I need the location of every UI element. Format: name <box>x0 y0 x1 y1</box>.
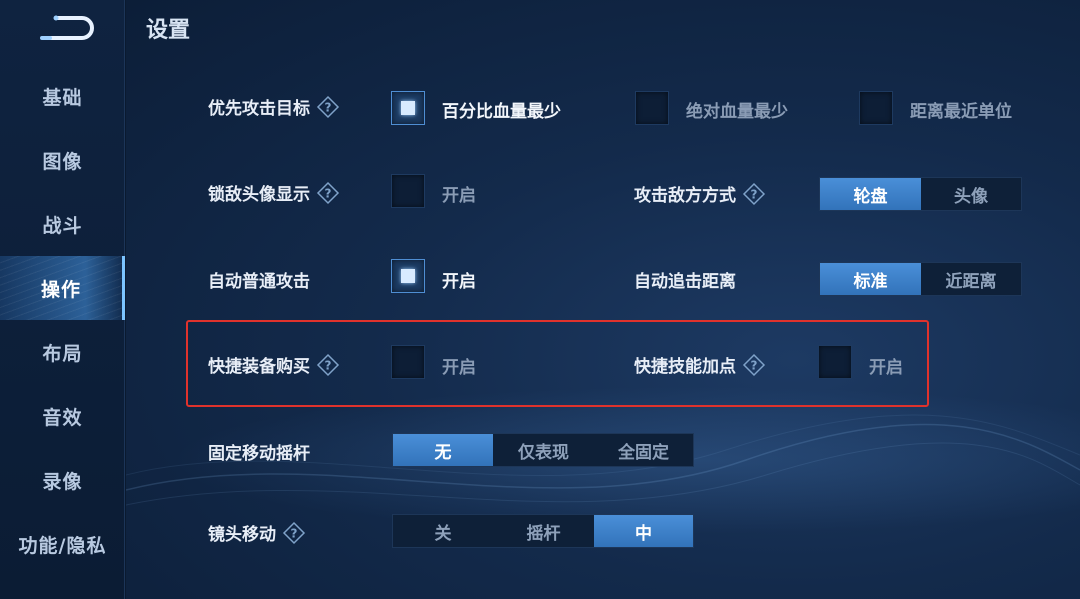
question-diamond-icon[interactable]: ? <box>742 182 766 206</box>
attack-mode-label: 攻击敌方方式 ? <box>634 181 766 206</box>
attack-mode-selector: 轮盘 头像 <box>819 177 1022 211</box>
quick-buy-label: 快捷装备购买 ? <box>208 352 340 377</box>
quick-skill-label: 快捷技能加点 ? <box>634 352 766 377</box>
settings-panel: 设置 优先攻击目标 ? 百分比血量最少 绝对血量最少 距离最近单位 锁敌头像显示… <box>126 0 1080 599</box>
percent-hp-option-label: 百分比血量最少 <box>442 102 561 122</box>
setting-label-text: 自动追击距离 <box>634 272 736 292</box>
sidebar: 基础 图像 战斗 操作 布局 音效 录像 功能/隐私 <box>0 0 125 599</box>
back-arrow-icon[interactable] <box>36 14 94 44</box>
sidebar-item-privacy[interactable]: 功能/隐私 <box>0 514 125 574</box>
sidebar-item-label: 布局 <box>42 342 83 365</box>
sidebar-item-label: 战斗 <box>42 214 83 237</box>
question-diamond-icon[interactable]: ? <box>742 353 766 377</box>
camera-move-label: 镜头移动 ? <box>208 520 306 545</box>
absolute-hp-checkbox[interactable] <box>635 91 669 125</box>
percent-hp-checkbox[interactable] <box>391 91 425 125</box>
setting-label-text: 固定移动摇杆 <box>208 444 310 464</box>
fixed-joystick-option-none[interactable]: 无 <box>393 434 493 466</box>
sidebar-item-layout[interactable]: 布局 <box>0 322 125 382</box>
sidebar-item-label: 图像 <box>42 150 83 173</box>
svg-text:?: ? <box>325 186 332 200</box>
sidebar-item-graphics[interactable]: 图像 <box>0 130 125 190</box>
svg-text:?: ? <box>291 526 298 540</box>
chase-distance-selector: 标准 近距离 <box>819 262 1022 296</box>
fixed-joystick-option-visual[interactable]: 仅表现 <box>493 434 594 466</box>
chase-distance-label: 自动追击距离 <box>634 267 736 292</box>
sidebar-item-controls[interactable]: 操作 <box>0 256 125 320</box>
camera-move-option-joystick[interactable]: 摇杆 <box>493 515 594 547</box>
auto-attack-toggle-label: 开启 <box>442 272 476 292</box>
sidebar-item-label: 操作 <box>40 278 81 301</box>
question-diamond-icon[interactable]: ? <box>316 353 340 377</box>
absolute-hp-option-label: 绝对血量最少 <box>686 102 788 122</box>
svg-text:?: ? <box>325 100 332 114</box>
fixed-joystick-option-full[interactable]: 全固定 <box>594 434 693 466</box>
auto-attack-checkbox[interactable] <box>391 259 425 293</box>
sidebar-item-replay[interactable]: 录像 <box>0 450 125 510</box>
setting-label-text: 自动普通攻击 <box>208 272 310 292</box>
quick-skill-checkbox[interactable] <box>818 345 852 379</box>
camera-move-option-center[interactable]: 中 <box>594 515 693 547</box>
auto-attack-label: 自动普通攻击 <box>208 267 310 292</box>
svg-text:?: ? <box>751 358 758 372</box>
question-diamond-icon[interactable]: ? <box>282 521 306 545</box>
sidebar-item-label: 录像 <box>42 470 83 493</box>
question-diamond-icon[interactable]: ? <box>316 95 340 119</box>
setting-label-text: 镜头移动 <box>208 525 276 545</box>
nearest-unit-option-label: 距离最近单位 <box>910 102 1012 122</box>
sidebar-item-audio[interactable]: 音效 <box>0 386 125 446</box>
svg-text:?: ? <box>751 187 758 201</box>
lock-avatar-checkbox[interactable] <box>391 174 425 208</box>
fixed-joystick-selector: 无 仅表现 全固定 <box>392 433 694 467</box>
attack-mode-option-avatar[interactable]: 头像 <box>921 178 1021 210</box>
quick-skill-toggle-label: 开启 <box>869 358 903 378</box>
priority-target-label: 优先攻击目标 ? <box>208 94 340 119</box>
camera-move-selector: 关 摇杆 中 <box>392 514 694 548</box>
setting-label-text: 快捷装备购买 <box>208 357 310 377</box>
question-diamond-icon[interactable]: ? <box>316 181 340 205</box>
fixed-joystick-label: 固定移动摇杆 <box>208 439 310 464</box>
lock-avatar-toggle-label: 开启 <box>442 186 476 206</box>
chase-distance-option-standard[interactable]: 标准 <box>820 263 921 295</box>
svg-text:?: ? <box>325 358 332 372</box>
quick-buy-checkbox[interactable] <box>391 345 425 379</box>
attack-mode-option-wheel[interactable]: 轮盘 <box>820 178 921 210</box>
sidebar-item-label: 音效 <box>42 406 83 429</box>
setting-label-text: 优先攻击目标 <box>208 99 310 119</box>
setting-label-text: 攻击敌方方式 <box>634 186 736 206</box>
setting-label-text: 锁敌头像显示 <box>208 185 310 205</box>
quick-buy-toggle-label: 开启 <box>442 358 476 378</box>
sidebar-item-label: 功能/隐私 <box>18 534 107 557</box>
sidebar-item-basic[interactable]: 基础 <box>0 66 125 126</box>
nearest-unit-checkbox[interactable] <box>859 91 893 125</box>
lock-avatar-label: 锁敌头像显示 ? <box>208 180 340 205</box>
page-title: 设置 <box>146 18 191 43</box>
chase-distance-option-near[interactable]: 近距离 <box>921 263 1021 295</box>
sidebar-item-battle[interactable]: 战斗 <box>0 194 125 254</box>
sidebar-item-label: 基础 <box>42 86 83 109</box>
setting-label-text: 快捷技能加点 <box>634 357 736 377</box>
camera-move-option-off[interactable]: 关 <box>393 515 493 547</box>
